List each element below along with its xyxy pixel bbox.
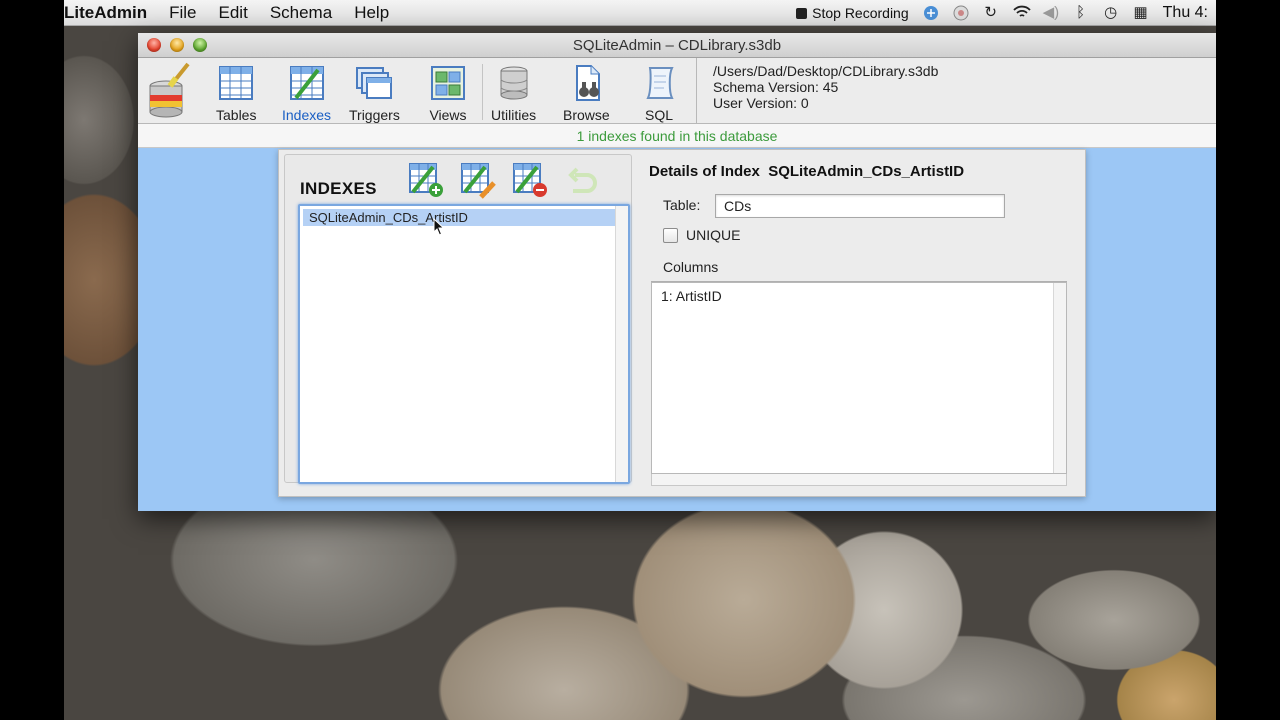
toolbar-utilities-label: Utilities xyxy=(491,107,537,123)
toolbar-views-label: Views xyxy=(429,107,467,123)
indexes-title: INDEXES xyxy=(300,179,377,198)
columns-label: Columns xyxy=(663,259,719,275)
indexes-list[interactable]: SQLiteAdmin_CDs_ArtistID xyxy=(298,204,630,484)
toolbar-browse-button[interactable]: Browse xyxy=(563,64,610,123)
toolbar-sql-label: SQL xyxy=(644,107,673,123)
toolbar-utilities-button[interactable]: Utilities xyxy=(491,64,536,123)
status-message: 1 indexes found in this database xyxy=(138,124,1216,148)
columns-horizontal-scrollbar[interactable] xyxy=(651,474,1067,486)
list-item[interactable]: 1: ArtistID xyxy=(661,288,722,304)
minimize-button[interactable] xyxy=(170,38,184,52)
toolbar-separator xyxy=(482,64,483,120)
checkbox-box[interactable] xyxy=(663,227,678,243)
grab-icon[interactable] xyxy=(953,5,969,21)
toolbar-tables-button[interactable]: Tables xyxy=(216,64,256,123)
stop-recording-button[interactable]: Stop Recording xyxy=(796,5,909,21)
volume-icon[interactable]: ◀) xyxy=(1043,5,1060,21)
menu-extras: Stop Recording ↻ ◀) ᛒ ◷ ▦ Thu 4: xyxy=(796,0,1208,26)
mouse-cursor-icon xyxy=(433,218,445,236)
undo-icon[interactable] xyxy=(563,161,601,199)
letterbox-right xyxy=(1216,0,1280,720)
menu-edit[interactable]: Edit xyxy=(219,3,248,23)
toolbar: Tables Indexes Triggers Views Utilities … xyxy=(138,58,1216,124)
index-details-panel: Details of Index SQLiteAdmin_CDs_ArtistI… xyxy=(647,150,1087,490)
triggers-icon xyxy=(356,67,393,99)
table-field[interactable]: CDs xyxy=(715,194,1005,218)
app-window: SQLiteAdmin – CDLibrary.s3db Tables Inde… xyxy=(138,33,1216,511)
time-machine-refresh-icon[interactable]: ↻ xyxy=(983,5,999,21)
database-path: /Users/Dad/Desktop/CDLibrary.s3db xyxy=(713,63,939,79)
menu-schema[interactable]: Schema xyxy=(270,3,332,23)
time-machine-icon[interactable]: ◷ xyxy=(1103,5,1119,21)
details-title: Details of Index SQLiteAdmin_CDs_ArtistI… xyxy=(649,163,965,180)
toolbar-triggers-button[interactable]: Triggers xyxy=(349,64,400,123)
toolbar-sql-button[interactable]: SQL xyxy=(640,64,678,123)
table-label: Table: xyxy=(663,197,701,213)
sqliteadmin-logo-icon xyxy=(146,62,192,120)
table-icon xyxy=(219,66,254,100)
sync-icon[interactable] xyxy=(923,5,939,21)
menu-help[interactable]: Help xyxy=(354,3,389,23)
scroll-icon xyxy=(646,67,674,99)
unique-checkbox[interactable]: UNIQUE xyxy=(663,227,740,243)
menu-app-name[interactable]: LiteAdmin xyxy=(64,3,147,23)
database-icon xyxy=(500,66,528,100)
index-tools xyxy=(407,161,601,199)
delete-index-icon[interactable] xyxy=(511,161,549,199)
menu-bar: LiteAdmin File Edit Schema Help Stop Rec… xyxy=(64,0,1216,26)
add-index-icon[interactable] xyxy=(407,161,445,199)
bluetooth-icon[interactable]: ᛒ xyxy=(1073,5,1089,21)
menu-file[interactable]: File xyxy=(169,3,196,23)
edit-index-icon[interactable] xyxy=(459,161,497,199)
stop-recording-label: Stop Recording xyxy=(812,5,909,21)
wifi-icon[interactable] xyxy=(1012,5,1031,21)
columns-scrollbar[interactable] xyxy=(1053,283,1066,473)
letterbox-left xyxy=(0,0,64,720)
input-menu-icon[interactable]: ▦ xyxy=(1133,5,1149,21)
schema-version: Schema Version: 45 xyxy=(713,79,839,95)
database-info: /Users/Dad/Desktop/CDLibrary.s3db Schema… xyxy=(696,58,938,124)
toolbar-browse-label: Browse xyxy=(563,107,610,123)
menu-clock[interactable]: Thu 4: xyxy=(1163,4,1208,22)
main-content: INDEXES SQLiteAdmin_CDs_ArtistID Details… xyxy=(278,149,1086,497)
zoom-button[interactable] xyxy=(193,38,207,52)
unique-label: UNIQUE xyxy=(686,227,741,243)
close-button[interactable] xyxy=(147,38,161,52)
toolbar-tables-label: Tables xyxy=(216,107,257,123)
window-titlebar[interactable]: SQLiteAdmin – CDLibrary.s3db xyxy=(138,33,1216,58)
binoculars-icon xyxy=(576,65,601,101)
toolbar-views-button[interactable]: Views xyxy=(429,64,467,123)
stop-icon xyxy=(796,7,808,19)
list-item[interactable]: SQLiteAdmin_CDs_ArtistID xyxy=(303,209,617,226)
toolbar-indexes-button[interactable]: Indexes xyxy=(282,64,331,123)
toolbar-indexes-label: Indexes xyxy=(282,107,332,123)
window-controls xyxy=(147,38,207,52)
toolbar-triggers-label: Triggers xyxy=(349,107,400,123)
window-title: SQLiteAdmin – CDLibrary.s3db xyxy=(572,37,782,54)
indexes-panel: INDEXES SQLiteAdmin_CDs_ArtistID xyxy=(284,154,632,484)
views-icon xyxy=(431,66,465,100)
screen: LiteAdmin File Edit Schema Help Stop Rec… xyxy=(0,0,1280,720)
indexes-icon xyxy=(289,66,324,100)
columns-list[interactable]: 1: ArtistID xyxy=(651,282,1067,474)
user-version: User Version: 0 xyxy=(713,95,809,111)
list-scrollbar[interactable] xyxy=(615,206,628,482)
